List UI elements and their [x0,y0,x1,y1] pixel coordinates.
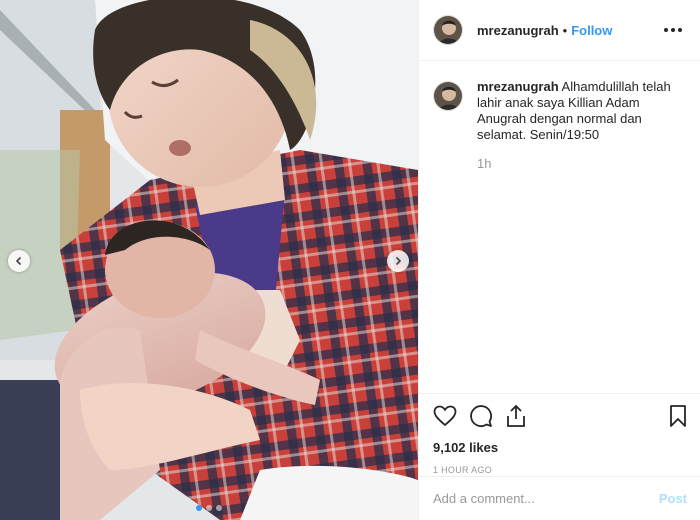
post-side-panel: mrezanugrah • Follow mrezanugrah Alhamdu… [418,0,700,520]
caption-username[interactable]: mrezanugrah [477,79,559,94]
caption-comment: mrezanugrah Alhamdulillah telah lahir an… [433,79,686,172]
header-separator: • [562,22,568,38]
follow-button[interactable]: Follow [571,23,612,38]
comment-icon [470,405,492,427]
avatar-image [434,16,462,44]
avatar-image [434,82,462,110]
carousel-dot [216,505,222,511]
save-button[interactable] [669,404,687,428]
more-dot [678,28,682,32]
more-dot [664,28,668,32]
post-username[interactable]: mrezanugrah [477,23,559,38]
chevron-left-icon [15,256,22,266]
caption-body: mrezanugrah Alhamdulillah telah lahir an… [477,79,686,172]
comments-list: mrezanugrah Alhamdulillah telah lahir an… [419,61,700,391]
bookmark-icon [670,405,686,427]
chevron-right-icon [395,256,402,266]
next-slide-button[interactable] [387,250,409,272]
avatar[interactable] [433,15,463,45]
post-photo[interactable] [0,0,418,520]
photo-illustration [0,0,418,520]
carousel-dot [196,505,202,511]
avatar[interactable] [433,81,463,111]
like-button[interactable] [433,405,457,427]
post-comment-button[interactable]: Post [659,491,687,506]
comment-input[interactable]: Add a comment... [433,491,535,506]
comment-button[interactable] [469,404,493,428]
more-dot [671,28,675,32]
carousel-dot [206,505,212,511]
share-icon [507,404,525,427]
post-actions: 9,102 likes 1 HOUR AGO [419,393,700,475]
action-icons [433,402,687,430]
carousel-indicator [0,505,418,511]
share-button[interactable] [505,404,527,428]
more-options-icon[interactable] [660,24,686,36]
post-header: mrezanugrah • Follow [419,0,700,61]
likes-count[interactable]: 9,102 likes [433,440,687,455]
caption-time[interactable]: 1h [477,156,686,172]
heart-icon [433,405,457,427]
post-timestamp[interactable]: 1 HOUR AGO [433,465,687,475]
previous-slide-button[interactable] [8,250,30,272]
add-comment-bar: Add a comment... Post [419,476,700,520]
